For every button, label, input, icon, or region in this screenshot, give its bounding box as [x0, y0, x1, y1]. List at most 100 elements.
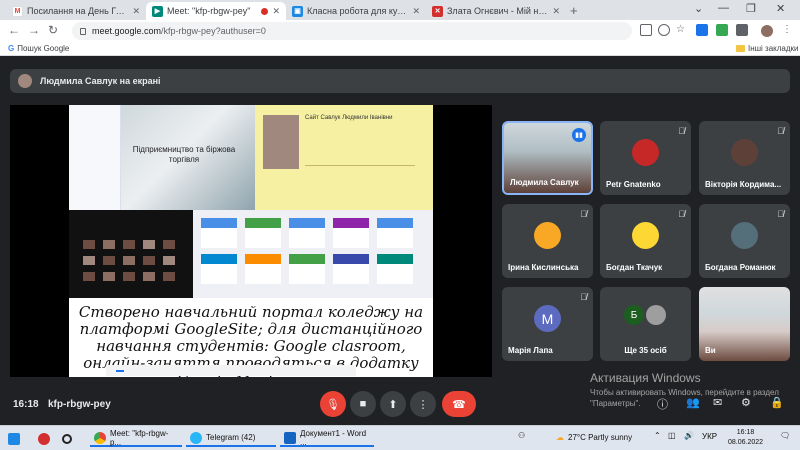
language-indicator[interactable]: УКР — [702, 432, 717, 441]
extensions-puzzle-icon[interactable] — [736, 24, 748, 36]
participant-name: Ви — [705, 346, 716, 355]
participant-name: Ірина Кислинська — [508, 263, 579, 272]
screen-share[interactable]: Підприємництво та біржова торгівля Сайт … — [10, 105, 492, 377]
notifications-icon[interactable]: 🗨 — [780, 431, 790, 440]
volume-icon[interactable]: 🔊 — [684, 431, 694, 440]
slide-caption: Підприємництво та біржова торгівля — [132, 145, 236, 164]
camera-toggle-button[interactable]: ■ — [350, 391, 376, 417]
camera-icon: ■ — [359, 398, 367, 410]
bookmark-google-search[interactable]: G Пошук Google — [8, 44, 69, 53]
mic-toggle-button[interactable]: 🎙 — [320, 391, 346, 417]
weather-widget[interactable]: ☁ 27°C Partly sunny — [556, 429, 632, 446]
browser-tab-strip: M Посилання на День Гостинності ✕ ▶ Meet… — [0, 0, 800, 20]
opera-icon — [38, 432, 50, 445]
tab-search-icon[interactable]: ⌄ — [694, 2, 703, 15]
notification-button[interactable] — [116, 369, 124, 372]
participant-tile[interactable]: 🎙̸ Ірина Кислинська — [502, 204, 593, 278]
camera-in-use-icon[interactable] — [640, 24, 652, 36]
participant-tile[interactable]: 🎙̸ Petr Gnatenko — [600, 121, 691, 195]
close-window-icon[interactable]: ✕ — [776, 2, 785, 15]
word-icon — [284, 431, 296, 444]
telegram-icon — [190, 431, 202, 444]
host-controls-icon[interactable]: 🔒 — [770, 396, 784, 409]
participant-name: Марія Лапа — [508, 346, 553, 355]
speaking-indicator-icon: ▮▮ — [572, 128, 586, 142]
system-clock[interactable]: 16:18 08.06.2022 — [728, 428, 763, 448]
tab-youtube[interactable]: ✕ Злата Огнєвич - Мій назавжди ✕ — [426, 2, 566, 20]
windows-logo-icon — [8, 432, 20, 445]
people-icon[interactable]: 👥 — [686, 396, 700, 409]
end-call-button[interactable]: ☎ — [442, 391, 476, 417]
participant-tile-self[interactable]: Ви — [699, 287, 790, 361]
presenter-banner: Людмила Савлук на екрані — [10, 69, 790, 93]
more-participants-tile[interactable]: Б Ще 35 осіб — [600, 287, 691, 361]
chat-icon[interactable]: ✉ — [713, 396, 722, 409]
google-lens-icon[interactable] — [658, 24, 670, 36]
windows-taskbar: Meet: "kfp-rbgw-p... Telegram (42) Докум… — [0, 425, 800, 450]
extension-icon[interactable] — [696, 24, 708, 36]
bookmarks-bar: G Пошук Google Інші закладки — [0, 42, 800, 56]
taskbar-app-label: Telegram (42) — [206, 433, 256, 442]
participant-tile[interactable]: 🎙̸ Богдана Романюк — [699, 204, 790, 278]
tab-title: Meet: "kfp-rbgw-pey" — [167, 6, 251, 16]
browser-toolbar: ← → ↻ meet.google.com/kfp-rbgw-pey?authu… — [0, 20, 800, 42]
taskbar-app-chrome[interactable]: Meet: "kfp-rbgw-p... — [90, 429, 182, 447]
forward-icon[interactable]: → — [28, 23, 40, 37]
taskbar-app-word[interactable]: Документ1 - Word ... — [280, 429, 374, 447]
tab-meet[interactable]: ▶ Meet: "kfp-rbgw-pey" ✕ — [146, 2, 286, 20]
opera-button[interactable] — [38, 430, 50, 447]
taskbar-app-telegram[interactable]: Telegram (42) — [186, 430, 276, 447]
close-tab-icon[interactable]: ✕ — [272, 6, 280, 17]
participant-tile[interactable]: 🎙̸ Богдан Ткачук — [600, 204, 691, 278]
meet-stage: Людмила Савлук на екрані Підприємництво … — [0, 57, 800, 425]
mic-off-icon: 🎙̸ — [580, 209, 587, 219]
tray-chevron-icon[interactable]: ⌃ — [654, 431, 661, 440]
mic-off-icon: 🎙 — [326, 398, 340, 411]
present-button[interactable]: ⬆ — [380, 391, 406, 417]
participant-name: Людмила Савлук — [510, 178, 579, 187]
extension-icon[interactable] — [716, 24, 728, 36]
taskbar-search-button[interactable] — [62, 430, 72, 447]
slide-screenshot-personal-site: Сайт Савлук Людмили Іванівни — [255, 105, 433, 210]
clock-time: 16:18 — [736, 429, 755, 436]
back-icon[interactable]: ← — [8, 23, 20, 37]
participant-name: Богдана Романюк — [705, 263, 776, 272]
kebab-menu-icon: ⋮ — [417, 398, 429, 411]
close-tab-icon[interactable]: ✕ — [412, 6, 420, 17]
new-tab-icon[interactable]: + — [570, 3, 578, 18]
bookmark-other[interactable]: Інші закладки — [736, 44, 799, 53]
more-options-button[interactable]: ⋮ — [410, 391, 436, 417]
participant-tile[interactable]: ▮▮ Людмила Савлук — [502, 121, 593, 195]
address-bar[interactable]: meet.google.com/kfp-rbgw-pey?authuser=0 — [72, 22, 632, 40]
maximize-icon[interactable]: ❐ — [746, 2, 756, 15]
participant-tile[interactable]: 🎙̸ M Марія Лапа — [502, 287, 593, 361]
participant-avatar — [646, 305, 666, 325]
bookmark-label: Пошук Google — [17, 44, 70, 53]
reload-icon[interactable]: ↻ — [48, 23, 58, 37]
participant-avatar — [731, 139, 758, 166]
start-button[interactable] — [8, 430, 20, 447]
bookmark-star-icon[interactable]: ☆ — [676, 24, 688, 36]
meet-icon: ▶ — [152, 5, 163, 17]
mic-off-icon: 🎙̸ — [678, 126, 685, 136]
info-icon[interactable]: ⓘ — [657, 396, 668, 412]
close-tab-icon[interactable]: ✕ — [132, 6, 140, 17]
mic-off-icon: 🎙̸ — [777, 209, 784, 219]
people-taskbar-icon[interactable]: ⚇ — [518, 431, 525, 440]
activities-icon[interactable]: ⚙ — [741, 396, 751, 409]
folder-icon — [736, 45, 745, 52]
tab-classroom[interactable]: ▣ Класна робота для курсу "ФБС" ✕ — [286, 2, 426, 20]
classroom-icon: ▣ — [292, 5, 303, 17]
lock-icon — [80, 27, 86, 35]
profile-avatar[interactable] — [760, 24, 774, 38]
tab-gmail[interactable]: M Посилання на День Гостинності ✕ — [6, 2, 146, 20]
notification-banner — [106, 365, 356, 376]
kebab-menu-icon[interactable]: ⋮ — [782, 24, 794, 36]
network-icon[interactable]: ◫ — [668, 431, 676, 440]
url-host: meet.google.com — [92, 26, 162, 36]
participant-tile[interactable]: 🎙̸ Вікторія Кордима... — [699, 121, 790, 195]
minimize-icon[interactable]: — — [718, 2, 729, 14]
close-tab-icon[interactable]: ✕ — [552, 6, 560, 17]
participant-name: Petr Gnatenko — [606, 180, 661, 189]
tab-title: Посилання на День Гостинності — [27, 6, 128, 16]
